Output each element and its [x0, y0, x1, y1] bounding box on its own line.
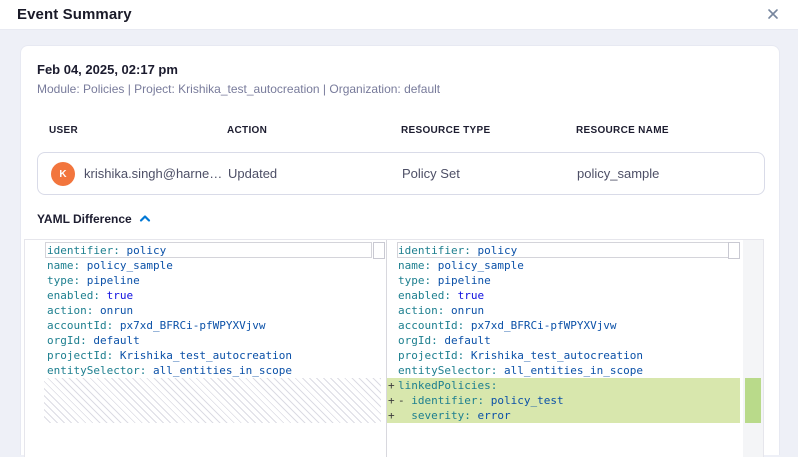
table-row: K krishika.singh@harne… Updated Policy S…	[37, 152, 765, 195]
yaml-diff-editor: identifier: policyname: policy_sampletyp…	[24, 239, 764, 457]
diff-line: orgId: default	[25, 333, 386, 348]
added-lines-marker	[745, 378, 761, 423]
yaml-difference-label: YAML Difference	[37, 212, 132, 226]
diff-line: action: onrun	[25, 303, 386, 318]
added-line-gutter: +	[388, 393, 398, 408]
diff-line: enabled: true	[25, 288, 386, 303]
event-timestamp: Feb 04, 2025, 02:17 pm	[37, 62, 178, 77]
left-scrollbar-thumb[interactable]	[373, 242, 385, 259]
column-header-user: USER	[49, 125, 78, 136]
diff-line: enabled: true	[387, 288, 740, 303]
diff-right-pane[interactable]: identifier: policyname: policy_sampletyp…	[387, 240, 740, 457]
diff-line: type: pipeline	[387, 273, 740, 288]
diff-line: name: policy_sample	[387, 258, 740, 273]
diff-line: projectId: Krishika_test_autocreation	[25, 348, 386, 363]
diff-overview-ruler[interactable]	[743, 240, 763, 457]
yaml-difference-toggle[interactable]: YAML Difference	[37, 210, 151, 228]
close-icon	[767, 8, 779, 23]
column-header-resource-name: RESOURCE NAME	[576, 125, 669, 136]
event-context: Module: Policies | Project: Krishika_tes…	[37, 82, 440, 96]
column-header-action: ACTION	[227, 125, 267, 136]
diff-added-line: +linkedPolicies:	[387, 378, 740, 393]
action-value: Updated	[228, 166, 277, 181]
diff-placeholder-hatch	[44, 378, 381, 423]
page-title: Event Summary	[17, 6, 132, 23]
column-header-resource-type: RESOURCE TYPE	[401, 125, 490, 136]
resource-type-value: Policy Set	[402, 166, 460, 181]
event-summary-card: Feb 04, 2025, 02:17 pm Module: Policies …	[20, 45, 780, 455]
diff-line: action: onrun	[387, 303, 740, 318]
diff-line: orgId: default	[387, 333, 740, 348]
diff-line: entitySelector: all_entities_in_scope	[25, 363, 386, 378]
diff-added-line: + severity: error	[387, 408, 740, 423]
diff-line: identifier: policy	[387, 243, 740, 258]
diff-left-pane[interactable]: identifier: policyname: policy_sampletyp…	[25, 240, 387, 457]
close-button[interactable]	[762, 4, 784, 26]
modal-header: Event Summary	[0, 0, 798, 30]
diff-line: accountId: px7xd_BFRCi-pfWPYXVjvw	[25, 318, 386, 333]
diff-line: accountId: px7xd_BFRCi-pfWPYXVjvw	[387, 318, 740, 333]
diff-line: projectId: Krishika_test_autocreation	[387, 348, 740, 363]
right-scrollbar-thumb[interactable]	[728, 242, 740, 259]
chevron-up-icon	[139, 210, 151, 228]
user-email: krishika.singh@harne…	[84, 166, 222, 181]
diff-line: type: pipeline	[25, 273, 386, 288]
diff-added-line: +- identifier: policy_test	[387, 393, 740, 408]
diff-line: entitySelector: all_entities_in_scope	[387, 363, 740, 378]
diff-line: name: policy_sample	[25, 258, 386, 273]
added-line-gutter: +	[388, 408, 398, 423]
diff-line: identifier: policy	[25, 243, 386, 258]
resource-name-value: policy_sample	[577, 166, 659, 181]
avatar: K	[51, 162, 75, 186]
added-line-gutter: +	[388, 378, 398, 393]
